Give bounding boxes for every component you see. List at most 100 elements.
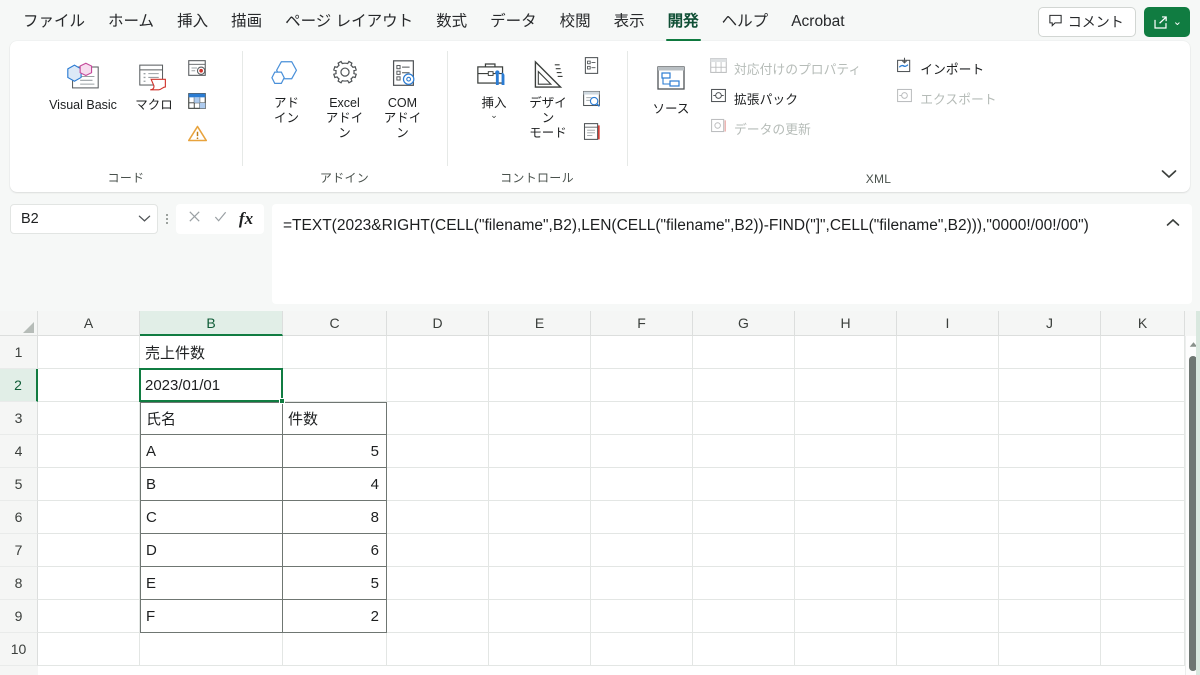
cell-G2[interactable]: [693, 369, 795, 402]
addins-button[interactable]: アド イン: [261, 49, 313, 129]
map-properties-button[interactable]: 対応付けのプロパティ: [705, 55, 865, 81]
design-mode-button[interactable]: デザイン モード: [522, 49, 574, 144]
cell-H5[interactable]: [795, 468, 897, 501]
macro-security-button[interactable]: [182, 121, 212, 151]
cell-D6[interactable]: [387, 501, 489, 534]
cell-C7[interactable]: 6: [283, 534, 387, 567]
share-button[interactable]: ⌄: [1143, 7, 1190, 37]
macros-button[interactable]: マクロ: [128, 51, 180, 116]
cell-K8[interactable]: [1101, 567, 1185, 600]
cell-B6[interactable]: C: [140, 501, 283, 534]
cell-K7[interactable]: [1101, 534, 1185, 567]
cells-region[interactable]: 売上件数 2023/01/01 氏名 件数 A 5 B 4 C 8 D 6 E 5 F 2: [38, 336, 1200, 675]
cell-A8[interactable]: [38, 567, 140, 600]
cell-A1[interactable]: [38, 336, 140, 369]
refresh-data-button[interactable]: データの更新: [705, 115, 865, 141]
cell-C8[interactable]: 5: [283, 567, 387, 600]
cell-G1[interactable]: [693, 336, 795, 369]
cell-H10[interactable]: [795, 633, 897, 666]
column-header-F[interactable]: F: [591, 311, 693, 336]
cell-A7[interactable]: [38, 534, 140, 567]
cell-A9[interactable]: [38, 600, 140, 633]
ribbon-tab-5[interactable]: 数式: [427, 8, 476, 36]
cell-C2[interactable]: [283, 369, 387, 402]
cell-H2[interactable]: [795, 369, 897, 402]
cell-C6[interactable]: 8: [283, 501, 387, 534]
cell-A3[interactable]: [38, 402, 140, 435]
cell-E6[interactable]: [489, 501, 591, 534]
cell-J9[interactable]: [999, 600, 1101, 633]
cell-B8[interactable]: E: [140, 567, 283, 600]
cell-G4[interactable]: [693, 435, 795, 468]
cell-F1[interactable]: [591, 336, 693, 369]
cell-B4[interactable]: A: [140, 435, 283, 468]
cell-D1[interactable]: [387, 336, 489, 369]
row-header-9[interactable]: 9: [0, 600, 38, 633]
more-vertical-icon[interactable]: [158, 204, 176, 234]
row-header-1[interactable]: 1: [0, 336, 38, 369]
ribbon-tab-8[interactable]: 表示: [605, 8, 654, 36]
chevron-down-icon[interactable]: [138, 211, 151, 227]
cell-D9[interactable]: [387, 600, 489, 633]
cell-K1[interactable]: [1101, 336, 1185, 369]
cell-D3[interactable]: [387, 402, 489, 435]
cell-K3[interactable]: [1101, 402, 1185, 435]
cell-K10[interactable]: [1101, 633, 1185, 666]
collapse-ribbon-button[interactable]: [1156, 164, 1182, 186]
run-dialog-button[interactable]: [576, 119, 606, 149]
cell-J6[interactable]: [999, 501, 1101, 534]
excel-addins-button[interactable]: Excel アドイン: [319, 49, 371, 144]
cell-H7[interactable]: [795, 534, 897, 567]
com-addins-button[interactable]: COM アドイン: [377, 49, 429, 144]
export-button[interactable]: エクスポート: [891, 85, 1000, 111]
record-macro-button[interactable]: [182, 55, 212, 85]
cell-I8[interactable]: [897, 567, 999, 600]
share-caret-icon[interactable]: ⌄: [1173, 17, 1182, 28]
ribbon-tab-2[interactable]: 挿入: [168, 8, 217, 36]
cell-G7[interactable]: [693, 534, 795, 567]
ribbon-tab-4[interactable]: ページ レイアウト: [276, 8, 422, 36]
cell-D8[interactable]: [387, 567, 489, 600]
cell-D7[interactable]: [387, 534, 489, 567]
cell-G5[interactable]: [693, 468, 795, 501]
cell-B5[interactable]: B: [140, 468, 283, 501]
cell-H6[interactable]: [795, 501, 897, 534]
select-all-button[interactable]: [0, 311, 38, 336]
cell-A2[interactable]: [38, 369, 140, 402]
visual-basic-button[interactable]: Visual Basic: [40, 51, 126, 116]
cell-H3[interactable]: [795, 402, 897, 435]
cancel-edit-button[interactable]: [181, 206, 207, 232]
cell-J2[interactable]: [999, 369, 1101, 402]
row-header-6[interactable]: 6: [0, 501, 38, 534]
cell-K5[interactable]: [1101, 468, 1185, 501]
cell-G9[interactable]: [693, 600, 795, 633]
cell-K4[interactable]: [1101, 435, 1185, 468]
cell-I9[interactable]: [897, 600, 999, 633]
cell-J10[interactable]: [999, 633, 1101, 666]
cell-E2[interactable]: [489, 369, 591, 402]
cell-D4[interactable]: [387, 435, 489, 468]
use-relative-references-button[interactable]: [182, 88, 212, 118]
cell-D2[interactable]: [387, 369, 489, 402]
ribbon-tab-0[interactable]: ファイル: [14, 8, 94, 36]
cell-A6[interactable]: [38, 501, 140, 534]
row-header-2[interactable]: 2: [0, 369, 38, 402]
cell-D5[interactable]: [387, 468, 489, 501]
cell-F9[interactable]: [591, 600, 693, 633]
cell-J3[interactable]: [999, 402, 1101, 435]
cell-I5[interactable]: [897, 468, 999, 501]
cell-A5[interactable]: [38, 468, 140, 501]
ribbon-tab-7[interactable]: 校閲: [551, 8, 600, 36]
cell-C5[interactable]: 4: [283, 468, 387, 501]
column-header-I[interactable]: I: [897, 311, 999, 336]
cell-J4[interactable]: [999, 435, 1101, 468]
confirm-edit-button[interactable]: [207, 206, 233, 232]
cell-E3[interactable]: [489, 402, 591, 435]
cell-E7[interactable]: [489, 534, 591, 567]
cell-E1[interactable]: [489, 336, 591, 369]
cell-E4[interactable]: [489, 435, 591, 468]
cell-E9[interactable]: [489, 600, 591, 633]
cell-F2[interactable]: [591, 369, 693, 402]
cell-H4[interactable]: [795, 435, 897, 468]
cell-C10[interactable]: [283, 633, 387, 666]
